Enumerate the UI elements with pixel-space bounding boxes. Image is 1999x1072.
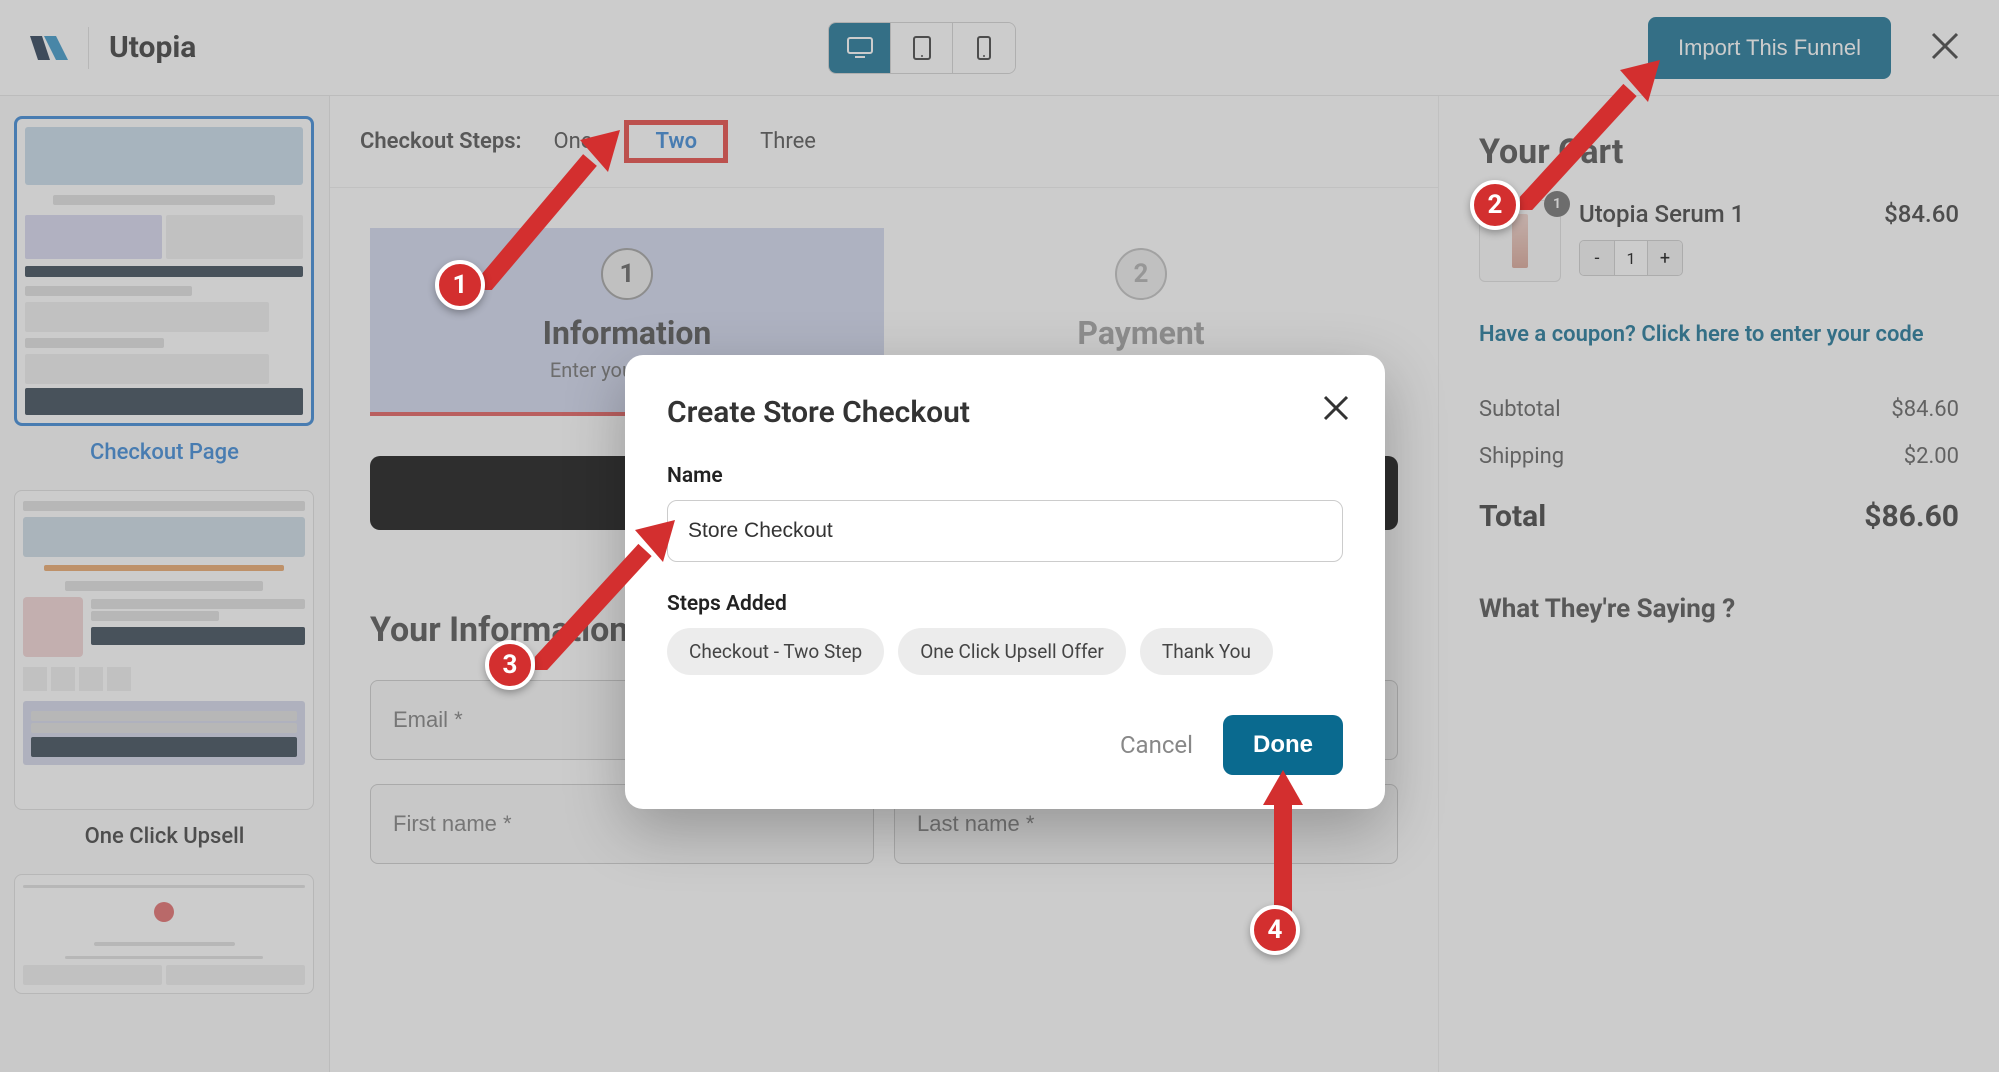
- step-chip: Thank You: [1140, 628, 1273, 675]
- coupon-link[interactable]: Have a coupon? Click here to enter your …: [1479, 322, 1959, 347]
- quantity-decrease-button[interactable]: -: [1580, 241, 1614, 275]
- close-icon: [1931, 32, 1959, 60]
- page-thumbnail-upsell[interactable]: One Click Upsell: [14, 490, 315, 849]
- steps-chips: Checkout - Two Step One Click Upsell Off…: [667, 628, 1343, 675]
- total-label: Total: [1479, 499, 1546, 534]
- annotation-arrow-2: [1520, 60, 1660, 214]
- annotation-arrow-1: [480, 130, 620, 294]
- logo-mark-icon: [30, 33, 68, 63]
- annotation-callout-2: 2: [1470, 180, 1520, 230]
- step-tab-title: Payment: [894, 314, 1388, 352]
- device-switcher: [828, 22, 1016, 74]
- annotation-arrow-3: [535, 520, 675, 674]
- total-row: Total $86.60: [1479, 499, 1959, 534]
- subtotal-label: Subtotal: [1479, 397, 1561, 422]
- header-divider: [88, 27, 89, 69]
- subtotal-value: $84.60: [1891, 397, 1959, 422]
- checkout-name-input[interactable]: [667, 500, 1343, 562]
- tablet-view-button[interactable]: [891, 23, 953, 73]
- subtotal-row: Subtotal $84.60: [1479, 397, 1959, 422]
- close-button[interactable]: [1921, 26, 1969, 70]
- step-tab-title: Information: [380, 314, 874, 352]
- desktop-icon: [847, 37, 873, 59]
- step-number-badge: 2: [1115, 248, 1167, 300]
- top-bar-right: Import This Funnel: [1648, 17, 1969, 79]
- annotation-callout-3: 3: [485, 640, 535, 690]
- mobile-icon: [976, 36, 992, 60]
- quantity-value: 1: [1614, 241, 1648, 275]
- thumbnail-label: Checkout Page: [14, 440, 315, 465]
- thumbnail-preview: [14, 490, 314, 810]
- shipping-row: Shipping $2.00: [1479, 444, 1959, 469]
- cart-panel: Your Cart 1 Utopia Serum 1 - 1 + $84.60 …: [1439, 96, 1999, 1072]
- import-funnel-button[interactable]: Import This Funnel: [1648, 17, 1891, 79]
- total-value: $86.60: [1864, 499, 1959, 534]
- close-icon: [1323, 395, 1349, 421]
- mobile-view-button[interactable]: [953, 23, 1015, 73]
- thumbnail-preview: [14, 874, 314, 994]
- step-option-two[interactable]: Two: [645, 123, 707, 160]
- modal-title: Create Store Checkout: [667, 395, 1343, 430]
- project-name: Utopia: [109, 30, 196, 65]
- tablet-icon: [912, 36, 932, 60]
- pages-sidebar: Checkout Page One Click Upsell: [0, 96, 330, 1072]
- quantity-stepper: - 1 +: [1579, 240, 1683, 276]
- steps-added-label: Steps Added: [667, 592, 1343, 616]
- shipping-value: $2.00: [1904, 444, 1959, 469]
- thumbnail-preview: [14, 116, 314, 426]
- shipping-label: Shipping: [1479, 444, 1564, 469]
- top-bar-left: Utopia: [30, 27, 196, 69]
- cart-item-price: $84.60: [1884, 200, 1959, 228]
- desktop-view-button[interactable]: [829, 23, 891, 73]
- annotation-callout-1: 1: [435, 260, 485, 310]
- app-logo: [30, 33, 68, 63]
- name-field-label: Name: [667, 464, 1343, 488]
- step-chip: Checkout - Two Step: [667, 628, 884, 675]
- testimonial-heading: What They're Saying ?: [1479, 594, 1959, 624]
- top-bar: Utopia Import This Funnel: [0, 0, 1999, 96]
- cancel-button[interactable]: Cancel: [1120, 731, 1193, 759]
- done-button[interactable]: Done: [1223, 715, 1343, 775]
- quantity-increase-button[interactable]: +: [1648, 241, 1682, 275]
- page-thumbnail-checkout[interactable]: Checkout Page: [14, 116, 315, 465]
- modal-actions: Cancel Done: [667, 715, 1343, 775]
- annotation-callout-4: 4: [1250, 905, 1300, 955]
- page-thumbnail-thankyou[interactable]: [14, 874, 315, 994]
- step-chip: One Click Upsell Offer: [898, 628, 1126, 675]
- create-checkout-modal: Create Store Checkout Name Steps Added C…: [625, 355, 1385, 809]
- modal-close-button[interactable]: [1323, 391, 1349, 429]
- annotation-highlight-box: Two: [624, 120, 728, 163]
- step-option-three[interactable]: Three: [750, 123, 826, 160]
- annotation-arrow-4: [1258, 770, 1308, 924]
- thumbnail-label: One Click Upsell: [14, 824, 315, 849]
